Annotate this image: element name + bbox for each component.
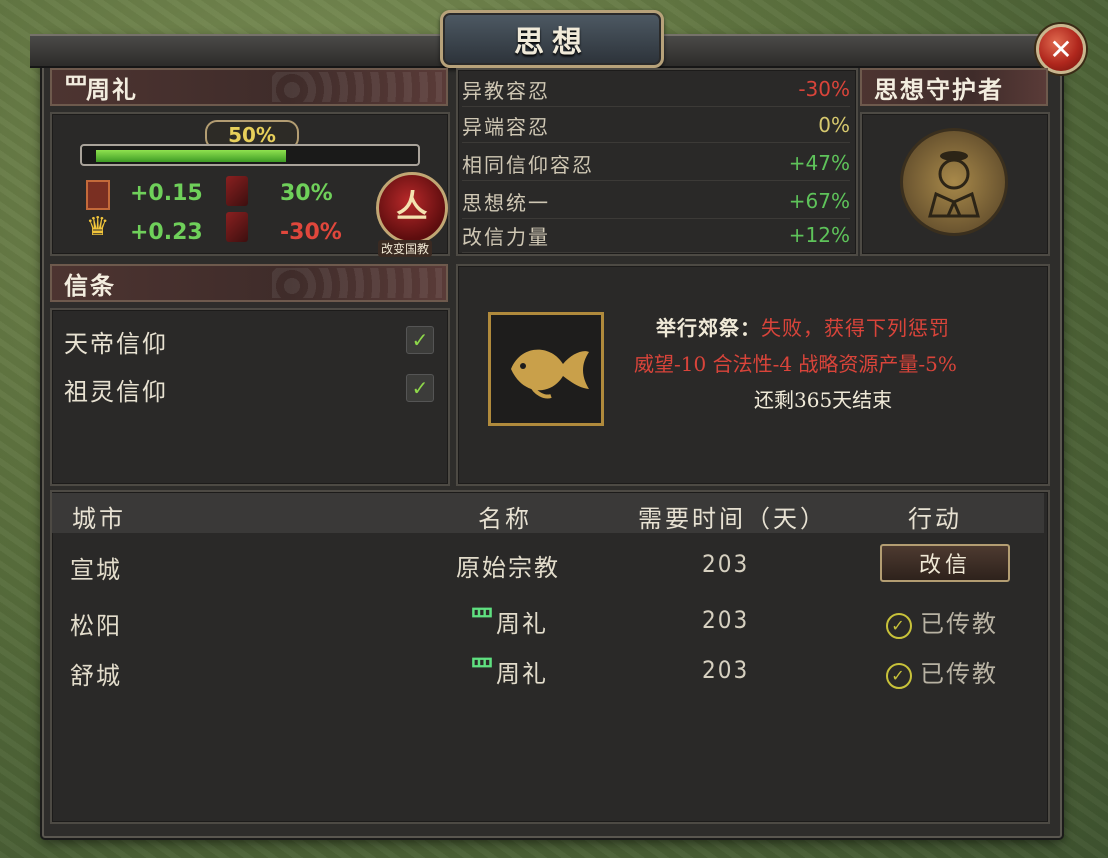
stat-value-1: +0.15 xyxy=(130,181,203,206)
scroll-icon xyxy=(226,176,248,206)
tolerance-value: +12% xyxy=(788,223,850,247)
tolerance-label: 异教容忍 xyxy=(462,78,550,103)
zhou-li-icon: 罒 xyxy=(470,605,494,633)
tolerance-label: 思想统一 xyxy=(462,190,550,215)
doctrine-checkbox[interactable]: ✓ xyxy=(406,374,434,402)
close-button[interactable]: ✕ xyxy=(1036,24,1086,74)
doctrine-label: 祖灵信仰 xyxy=(64,378,168,406)
doctrines-header: 信条 xyxy=(50,264,448,302)
window-title-plate: 思想 xyxy=(440,10,664,68)
col-header-city: 城市 xyxy=(72,505,126,533)
tolerance-value: +47% xyxy=(788,151,850,175)
change-religion-label[interactable]: 改变国教 xyxy=(378,240,433,257)
check-circle-icon: ✓ xyxy=(886,612,912,639)
close-icon: ✕ xyxy=(1049,32,1073,66)
row-status-done: ✓ 已传教 xyxy=(886,604,998,639)
city-table-header: 城市 名称 需要时间（天） 行动 xyxy=(52,493,1044,533)
stat-value-2: 30% xyxy=(280,181,333,206)
tolerance-row: 相同信仰容忍 +47% xyxy=(462,146,850,181)
state-religion-name: 周礼 xyxy=(86,74,138,104)
koi-fish-shape xyxy=(511,349,589,399)
tolerance-label: 异端容忍 xyxy=(462,114,550,139)
state-religion-header: 罒 周礼 xyxy=(50,68,448,106)
scroll-icon xyxy=(226,212,248,242)
event-penalties: 威望-10 合法性-4 战略资源产量-5% xyxy=(634,352,957,376)
row-city: 宣城 xyxy=(70,556,122,584)
row-city: 松阳 xyxy=(70,612,122,640)
row-status-label: 已传教 xyxy=(920,660,998,688)
tolerance-label: 相同信仰容忍 xyxy=(462,152,594,177)
row-religion: 周礼 xyxy=(496,610,548,638)
row-status-label: 已传教 xyxy=(920,610,998,638)
col-header-name: 名称 xyxy=(478,505,532,533)
tolerance-label: 改信力量 xyxy=(462,224,550,249)
convert-button-label: 改信 xyxy=(918,553,971,578)
row-time: 203 xyxy=(702,656,750,684)
koi-fish-icon xyxy=(488,312,604,426)
row-time: 203 xyxy=(702,606,750,634)
crown-icon: ♛ xyxy=(86,212,110,242)
col-header-time: 需要时间（天） xyxy=(638,505,827,533)
scholar-icon[interactable] xyxy=(900,128,1008,236)
tolerance-row: 改信力量 +12% xyxy=(462,218,850,253)
tolerance-value: +67% xyxy=(788,189,850,213)
doctrine-label: 天帝信仰 xyxy=(64,330,168,358)
window-title: 思想 xyxy=(514,25,590,60)
stat-value-4: -30% xyxy=(280,220,342,245)
doctrine-checkbox[interactable]: ✓ xyxy=(406,326,434,354)
zhou-li-icon: 罒 xyxy=(470,655,494,683)
temple-icon: 亼 xyxy=(395,187,428,225)
event-action: 举行郊祭： xyxy=(656,316,761,340)
change-state-religion-button[interactable]: 亼 xyxy=(376,172,448,244)
doctrines-title: 信条 xyxy=(64,270,116,300)
guardian-header: 思想守护者 xyxy=(860,68,1048,106)
event-remaining: 还剩365天结束 xyxy=(754,388,893,412)
tolerance-row: 异教容忍 -30% xyxy=(462,72,850,107)
stat-value-3: +0.23 xyxy=(130,220,203,245)
spread-progress-bar xyxy=(80,144,420,166)
tolerance-value: 0% xyxy=(818,113,850,137)
zhou-li-icon: 罒 xyxy=(64,73,90,101)
tolerance-row: 思想统一 +67% xyxy=(462,184,850,219)
progress-fill xyxy=(96,150,286,162)
row-religion: 原始宗教 xyxy=(456,554,560,582)
col-header-action: 行动 xyxy=(908,505,962,533)
row-city: 舒城 xyxy=(70,662,122,690)
event-line-1: 举行郊祭：失败，获得下列惩罚 xyxy=(656,312,950,341)
book-icon xyxy=(86,180,110,210)
row-time: 203 xyxy=(702,550,750,578)
row-religion: 周礼 xyxy=(496,660,548,688)
tolerance-value: -30% xyxy=(798,77,850,101)
event-result: 失败，获得下列惩罚 xyxy=(761,316,950,340)
guardian-title: 思想守护者 xyxy=(874,74,1004,104)
tolerance-row: 异端容忍 0% xyxy=(462,108,850,143)
scholar-silhouette xyxy=(928,151,980,218)
check-circle-icon: ✓ xyxy=(886,662,912,689)
row-status-done: ✓ 已传教 xyxy=(886,654,998,689)
convert-button[interactable]: 改信 xyxy=(880,544,1010,582)
